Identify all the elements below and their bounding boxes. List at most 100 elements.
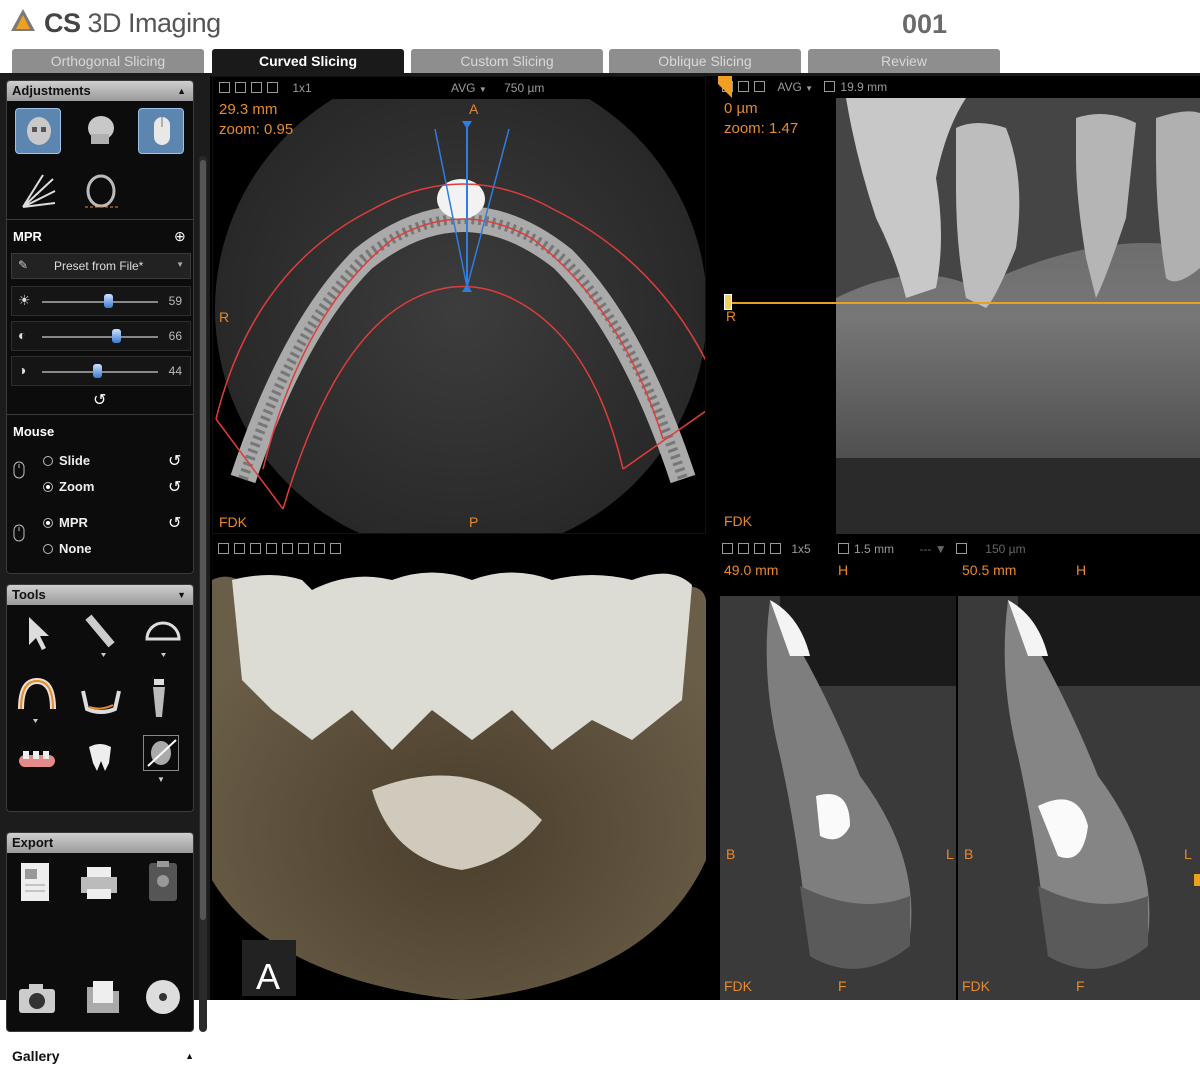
cross-section-slice-2[interactable] (958, 596, 1200, 1000)
render-mode-select[interactable]: AVG (777, 80, 801, 94)
chevron-down-icon[interactable]: ▼ (177, 585, 186, 605)
dental-arch-tool-icon[interactable] (15, 675, 59, 725)
reset-mpr-mouse-icon[interactable]: ↺ (168, 513, 181, 533)
orientation-top: H (838, 562, 849, 578)
preset-select[interactable]: ✎ Preset from File* ▼ (11, 253, 191, 279)
reference-line[interactable] (724, 302, 1200, 304)
view-cube-front-icon[interactable] (250, 543, 261, 554)
brightness-knob[interactable] (104, 294, 113, 308)
tab-custom-slicing[interactable]: Custom Slicing (411, 49, 603, 75)
contrast-icon: ◐ (18, 327, 27, 343)
fit-icon[interactable] (738, 543, 749, 554)
chevron-down-icon[interactable]: ▼ (805, 84, 813, 93)
fit-icon[interactable] (235, 82, 246, 93)
slab-thickness[interactable]: 150 µm (985, 542, 1025, 556)
columns-icon[interactable] (770, 543, 781, 554)
dicom-export-icon[interactable] (145, 859, 181, 905)
render-mode-select[interactable]: AVG (451, 81, 475, 95)
reset-slide-icon[interactable]: ↺ (168, 451, 181, 471)
tab-curved-slicing[interactable]: Curved Slicing (212, 49, 404, 75)
brightness-track[interactable] (42, 301, 158, 303)
view-cube-iso-icon[interactable] (314, 543, 325, 554)
tab-orthogonal-slicing[interactable]: Orthogonal Slicing (12, 49, 204, 75)
protractor-tool-icon[interactable] (141, 611, 185, 659)
chevron-down-icon[interactable]: ▼ (479, 85, 487, 94)
volume-3d-viewport[interactable]: A (212, 538, 706, 1000)
orientation-badge[interactable]: A (256, 956, 280, 998)
slice-position: 50.5 mm (962, 562, 1017, 578)
orientation-bottom: P (469, 514, 479, 530)
collapse-up-icon[interactable]: ▲ (185, 1044, 194, 1068)
orientation-bottom: F (1076, 978, 1085, 994)
mouse-left-button-icon (13, 461, 25, 479)
app-title: CS 3D Imaging (44, 8, 221, 38)
contrast-value: 66 (168, 329, 182, 343)
skull-profile-icon (85, 174, 119, 208)
cross-section-viewport[interactable]: 1x5 1.5 mm --- ▼ 150 µm 49.0 mm H 50.5 m… (718, 538, 1200, 1000)
mouse-zoom-radio[interactable]: Zoom (43, 479, 94, 494)
screenshot-icon[interactable] (754, 543, 765, 554)
mouse-mpr-radio[interactable]: MPR (43, 515, 88, 530)
mouse-slide-radio[interactable]: Slide (43, 453, 90, 468)
save-icon[interactable] (219, 82, 230, 93)
add-circle-icon[interactable]: ⊕ (174, 228, 186, 245)
fit-icon[interactable] (738, 81, 749, 92)
slab-thickness[interactable]: 750 µm (504, 81, 544, 95)
annotation-tool-button[interactable] (143, 735, 179, 771)
contrast-track[interactable] (42, 336, 158, 338)
mandible-tool-icon[interactable] (79, 681, 123, 721)
mouse-mode-button[interactable] (138, 108, 184, 154)
xray-scan-button[interactable] (15, 169, 61, 215)
slice-spacing[interactable]: 1.5 mm (854, 542, 894, 556)
skull-front-view-button[interactable] (15, 108, 61, 154)
view-cube-side-icon[interactable] (282, 543, 293, 554)
sidebar-scroll-thumb[interactable] (200, 160, 206, 920)
clip-box-icon[interactable] (330, 543, 341, 554)
export-panel: Export (6, 832, 194, 1032)
save-icon[interactable] (722, 543, 733, 554)
teeth-model-tool-icon[interactable] (15, 745, 59, 775)
frame-icon[interactable] (267, 82, 278, 93)
adjustments-header[interactable]: Adjustments ▲ (7, 81, 193, 101)
select-arrow-tool-icon[interactable] (21, 613, 57, 653)
cd-burn-icon[interactable] (143, 977, 183, 1017)
slab-thickness[interactable]: 19.9 mm (840, 80, 887, 94)
skull-side-view-button[interactable] (77, 108, 123, 154)
screenshot-icon[interactable] (754, 81, 765, 92)
collapse-up-icon[interactable]: ▲ (177, 81, 186, 101)
tab-oblique-slicing[interactable]: Oblique Slicing (609, 49, 801, 75)
printer-icon[interactable] (77, 863, 121, 903)
slice-position: 49.0 mm (724, 562, 779, 578)
fit-icon[interactable] (234, 543, 245, 554)
gallery-bar[interactable]: Gallery ▲ (6, 1044, 202, 1068)
divider (7, 219, 193, 220)
tab-review[interactable]: Review (808, 49, 1000, 75)
tooth-tool-icon[interactable] (83, 741, 117, 775)
view-cube-back-icon[interactable] (298, 543, 309, 554)
export-header[interactable]: Export (7, 833, 193, 853)
layout-value[interactable]: 1x5 (791, 542, 810, 556)
axial-viewport[interactable]: 1x1 AVG ▼ 750 µm 29.3 mm zoom: 0.95 A R … (212, 76, 706, 534)
preset-select-value: Preset from File* (54, 259, 144, 273)
save-icon[interactable] (218, 543, 229, 554)
folder-export-icon[interactable] (85, 977, 121, 1017)
panoramic-viewport[interactable]: AVG ▼ 19.9 mm 0 µm zoom: 1.47 R FDK (718, 76, 1200, 534)
contrast-knob[interactable] (112, 329, 121, 343)
reset-mpr-icon[interactable]: ↺ (93, 390, 106, 410)
implant-tool-icon[interactable] (147, 677, 171, 721)
adjustments-panel: Adjustments ▲ MPR ⊕ ✎ Preset from File* ▼… (6, 80, 194, 574)
reset-zoom-icon[interactable]: ↺ (168, 477, 181, 497)
chevron-down-icon[interactable]: ▼ (157, 775, 165, 784)
layout-value[interactable]: 1x1 (292, 81, 311, 95)
screenshot-icon[interactable] (251, 82, 262, 93)
view-cube-top-icon[interactable] (266, 543, 277, 554)
mouse-none-radio[interactable]: None (43, 541, 92, 556)
skull-profile-button[interactable] (77, 169, 123, 215)
gamma-knob[interactable] (93, 364, 102, 378)
tools-header[interactable]: Tools ▼ (7, 585, 193, 605)
slice-marker-handle[interactable] (1194, 874, 1200, 886)
ruler-tool-icon[interactable] (79, 611, 119, 659)
camera-icon[interactable] (17, 981, 57, 1015)
report-document-icon[interactable] (17, 861, 53, 905)
cross-section-slice-1[interactable] (720, 596, 956, 1000)
